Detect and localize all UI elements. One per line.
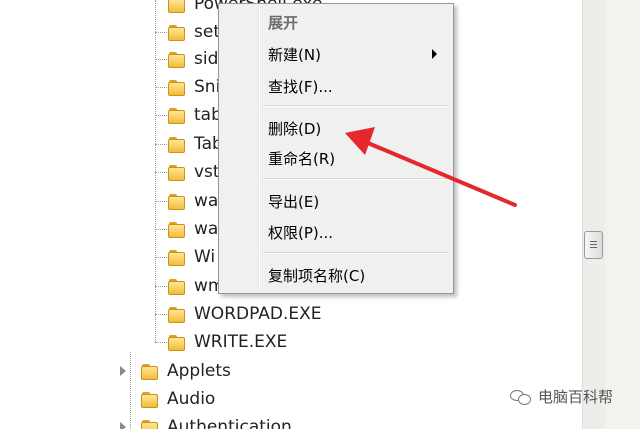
watermark: 电脑百科帮: [510, 386, 613, 407]
chat-bubbles-icon: [510, 387, 534, 407]
annotation-arrow: [345, 127, 517, 207]
arrow-head-icon: [345, 127, 375, 155]
arrow-shaft: [366, 141, 517, 207]
watermark-text: 电脑百科帮: [538, 388, 614, 406]
